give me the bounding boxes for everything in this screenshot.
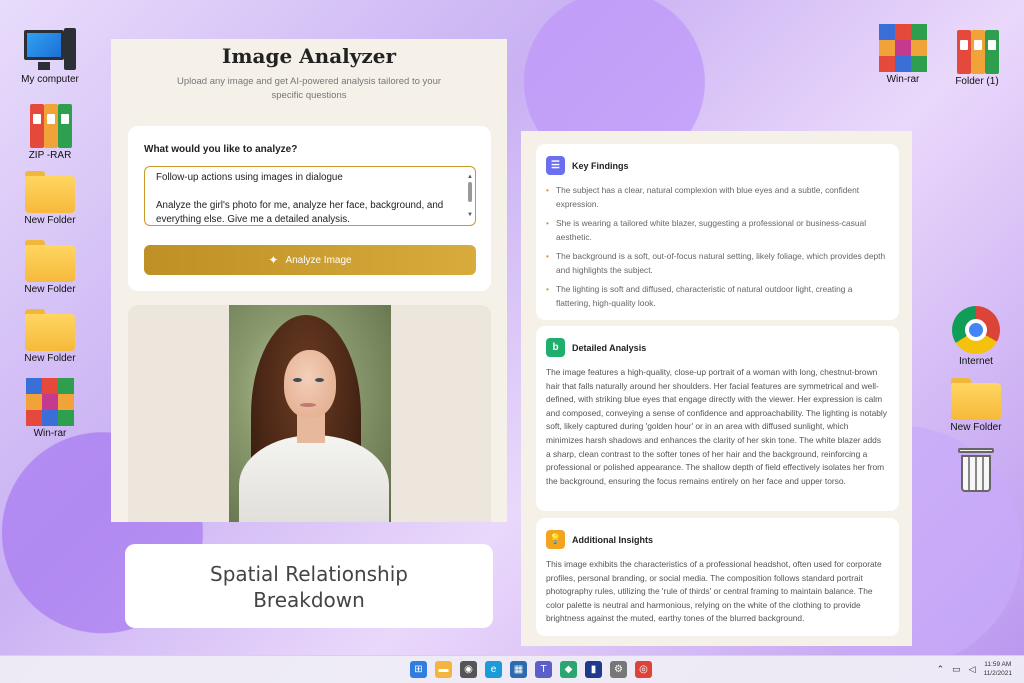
list-item: She is wearing a tailored white blazer, …	[546, 217, 887, 244]
computer-icon	[24, 28, 76, 72]
taskbar-apps: ⊞ ▬ ◉ e ▦ T ◆ ▮ ⚙ ◎	[410, 661, 652, 678]
analysis-results-panel: ☰ Key Findings The subject has a clear, …	[521, 131, 912, 646]
uploaded-portrait-image	[229, 305, 391, 522]
magic-wand-icon: ✦	[268, 253, 279, 267]
analyzer-app-icon[interactable]: ▮	[585, 661, 602, 678]
chrome-taskbar-icon[interactable]: ◎	[635, 661, 652, 678]
prompt-line: Analyze the girl's photo for me, analyze…	[156, 200, 444, 225]
lightbulb-icon: 💡	[546, 530, 565, 549]
caption-line: Breakdown	[253, 588, 365, 612]
caption-line: Spatial Relationship	[210, 562, 408, 586]
teams-icon[interactable]: T	[535, 661, 552, 678]
taskbar: ⊞ ▬ ◉ e ▦ T ◆ ▮ ⚙ ◎ ⌃ ▭ ◁ 11:59 AM 11/2/…	[0, 655, 1024, 683]
file-explorer-icon[interactable]: ▬	[435, 661, 452, 678]
desktop-icon-zip-rar[interactable]: ZIP -RAR	[14, 102, 86, 161]
card-title: Additional Insights	[572, 534, 653, 545]
page-title: Image Analyzer	[221, 44, 396, 68]
chevron-up-icon[interactable]: ⌃	[937, 664, 945, 675]
analyze-button-label: Analyze Image	[285, 254, 352, 266]
analyze-image-button[interactable]: ✦ Analyze Image	[144, 245, 476, 275]
analysis-icon: b	[546, 338, 565, 357]
prompt-label: What would you like to analyze?	[144, 144, 298, 155]
clock-date: 11/2/2021	[983, 670, 1012, 677]
list-item: The background is a soft, out-of-focus n…	[546, 250, 887, 277]
folder-icon	[951, 378, 1001, 420]
folder-icon	[25, 309, 75, 351]
caption-card: Spatial Relationship Breakdown	[125, 544, 493, 628]
desktop-icon-label: Win-rar	[886, 74, 920, 85]
desktop-icon-new-folder-2[interactable]: New Folder	[14, 240, 86, 295]
analysis-text: The image features a high-quality, close…	[546, 367, 887, 486]
prompt-textarea[interactable]: Follow-up actions using images in dialog…	[144, 166, 476, 226]
desktop-icon-label: New Folder	[24, 215, 76, 226]
textarea-scrollbar[interactable]: ▲ ▼	[467, 170, 473, 222]
desktop-icon-label: New Folder	[24, 353, 76, 364]
desktop-icon-label: New Folder	[950, 422, 1002, 433]
card-title: Detailed Analysis	[572, 342, 647, 353]
page-subtitle: Upload any image and get AI-powered anal…	[176, 76, 442, 101]
desktop-icon-label: Win-rar	[33, 428, 67, 439]
desktop-icon-label: New Folder	[24, 284, 76, 295]
detailed-analysis-card: b Detailed Analysis The image features a…	[536, 326, 899, 511]
winrar-icon	[26, 378, 74, 426]
desktop-icon-win-rar-left[interactable]: Win-rar	[14, 378, 86, 439]
image-analyzer-panel: Image Analyzer Upload any image and get …	[111, 39, 507, 522]
list-item: The subject has a clear, natural complex…	[546, 184, 887, 211]
desktop-icon-internet[interactable]: Internet	[940, 306, 1012, 367]
key-findings-card: ☰ Key Findings The subject has a clear, …	[536, 144, 899, 320]
system-tray: ⌃ ▭ ◁ 11:59 AM 11/2/2021	[937, 660, 1012, 678]
volume-icon[interactable]: ◁	[969, 664, 976, 675]
folder-icon	[25, 171, 75, 213]
additional-insights-card: 💡 Additional Insights This image exhibit…	[536, 518, 899, 636]
start-icon[interactable]: ⊞	[410, 661, 427, 678]
scroll-down-icon[interactable]: ▼	[467, 208, 473, 222]
network-icon[interactable]: ▭	[952, 664, 961, 675]
camera-icon[interactable]: ◉	[460, 661, 477, 678]
list-icon: ☰	[546, 156, 565, 175]
winrar-icon	[879, 24, 927, 72]
store-icon[interactable]: ▦	[510, 661, 527, 678]
desktop-icon-recycle-bin[interactable]	[940, 448, 1012, 492]
image-preview-area	[128, 305, 491, 522]
desktop-icon-label: Internet	[959, 356, 993, 367]
chrome-icon	[952, 306, 1000, 354]
desktop-icon-new-folder-1[interactable]: New Folder	[14, 171, 86, 226]
binders-icon	[953, 28, 1001, 74]
clock[interactable]: 11:59 AM 11/2/2021	[984, 660, 1012, 678]
list-item: The lighting is soft and diffused, chara…	[546, 283, 887, 310]
desktop-icon-my-computer[interactable]: My computer	[14, 28, 86, 85]
insights-text: This image exhibits the characteristics …	[546, 559, 882, 624]
maps-icon[interactable]: ◆	[560, 661, 577, 678]
findings-list: The subject has a clear, natural complex…	[546, 184, 887, 310]
prompt-card: What would you like to analyze? Follow-u…	[128, 126, 491, 291]
desktop-icon-new-folder-right[interactable]: New Folder	[940, 378, 1012, 433]
desktop-icon-label: ZIP -RAR	[28, 150, 72, 161]
desktop-icon-folder-1[interactable]: Folder (1)	[941, 28, 1013, 87]
scroll-thumb[interactable]	[468, 182, 472, 202]
binders-icon	[26, 102, 74, 148]
desktop-icon-label: My computer	[21, 74, 79, 85]
trash-icon	[958, 448, 994, 492]
card-title: Key Findings	[572, 160, 629, 171]
edge-icon[interactable]: e	[485, 661, 502, 678]
clock-time: 11:59 AM	[984, 661, 1012, 668]
desktop-icon-new-folder-3[interactable]: New Folder	[14, 309, 86, 364]
prompt-line: Follow-up actions using images in dialog…	[156, 172, 343, 183]
folder-icon	[25, 240, 75, 282]
settings-gear-icon[interactable]: ⚙	[610, 661, 627, 678]
desktop-icon-win-rar-right[interactable]: Win-rar	[867, 24, 939, 85]
desktop-icon-label: Folder (1)	[955, 76, 999, 87]
